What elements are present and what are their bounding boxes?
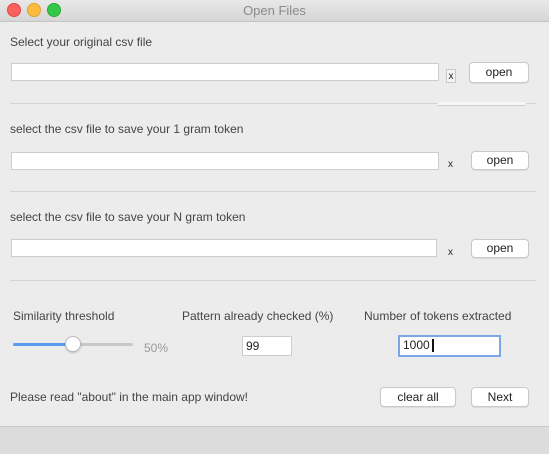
button-shadow-artifact xyxy=(438,102,526,106)
original-csv-path-field[interactable] xyxy=(11,63,439,81)
n-gram-csv-label: select the csv file to save your N gram … xyxy=(10,210,246,224)
open-original-csv-button[interactable]: open xyxy=(469,62,529,83)
original-csv-label: Select your original csv file xyxy=(10,35,153,49)
open-n-gram-csv-button[interactable]: open xyxy=(471,239,529,258)
tokens-extracted-label: Number of tokens extracted xyxy=(364,309,512,323)
tokens-extracted-value: 1000 xyxy=(403,338,430,352)
one-gram-csv-label: select the csv file to save your 1 gram … xyxy=(10,122,244,136)
divider xyxy=(10,280,536,281)
similarity-threshold-label: Similarity threshold xyxy=(13,309,115,323)
similarity-slider-fill xyxy=(13,343,73,346)
clear-one-gram-csv-button[interactable]: x xyxy=(448,159,453,170)
clear-all-button[interactable]: clear all xyxy=(380,387,456,407)
tokens-extracted-input[interactable]: 1000 xyxy=(398,335,501,357)
pattern-checked-label: Pattern already checked (%) xyxy=(182,309,334,323)
about-note: Please read "about" in the main app wind… xyxy=(10,390,249,404)
similarity-slider-knob[interactable] xyxy=(65,336,81,352)
open-one-gram-csv-button[interactable]: open xyxy=(471,151,529,170)
open-files-window: Open Files Select your original csv file… xyxy=(0,0,549,454)
similarity-value-text: 50% xyxy=(144,341,169,355)
pattern-checked-input[interactable]: 99 xyxy=(242,336,292,356)
n-gram-csv-path-field[interactable] xyxy=(11,239,437,257)
clear-original-csv-button[interactable]: x xyxy=(446,69,456,83)
divider xyxy=(10,191,536,192)
window-bottom-bar xyxy=(0,426,549,454)
title-bar: Open Files xyxy=(0,0,549,22)
text-caret xyxy=(431,339,434,353)
next-button[interactable]: Next xyxy=(471,387,529,407)
one-gram-csv-path-field[interactable] xyxy=(11,152,439,170)
clear-n-gram-csv-button[interactable]: x xyxy=(448,247,453,258)
window-title: Open Files xyxy=(243,3,306,18)
